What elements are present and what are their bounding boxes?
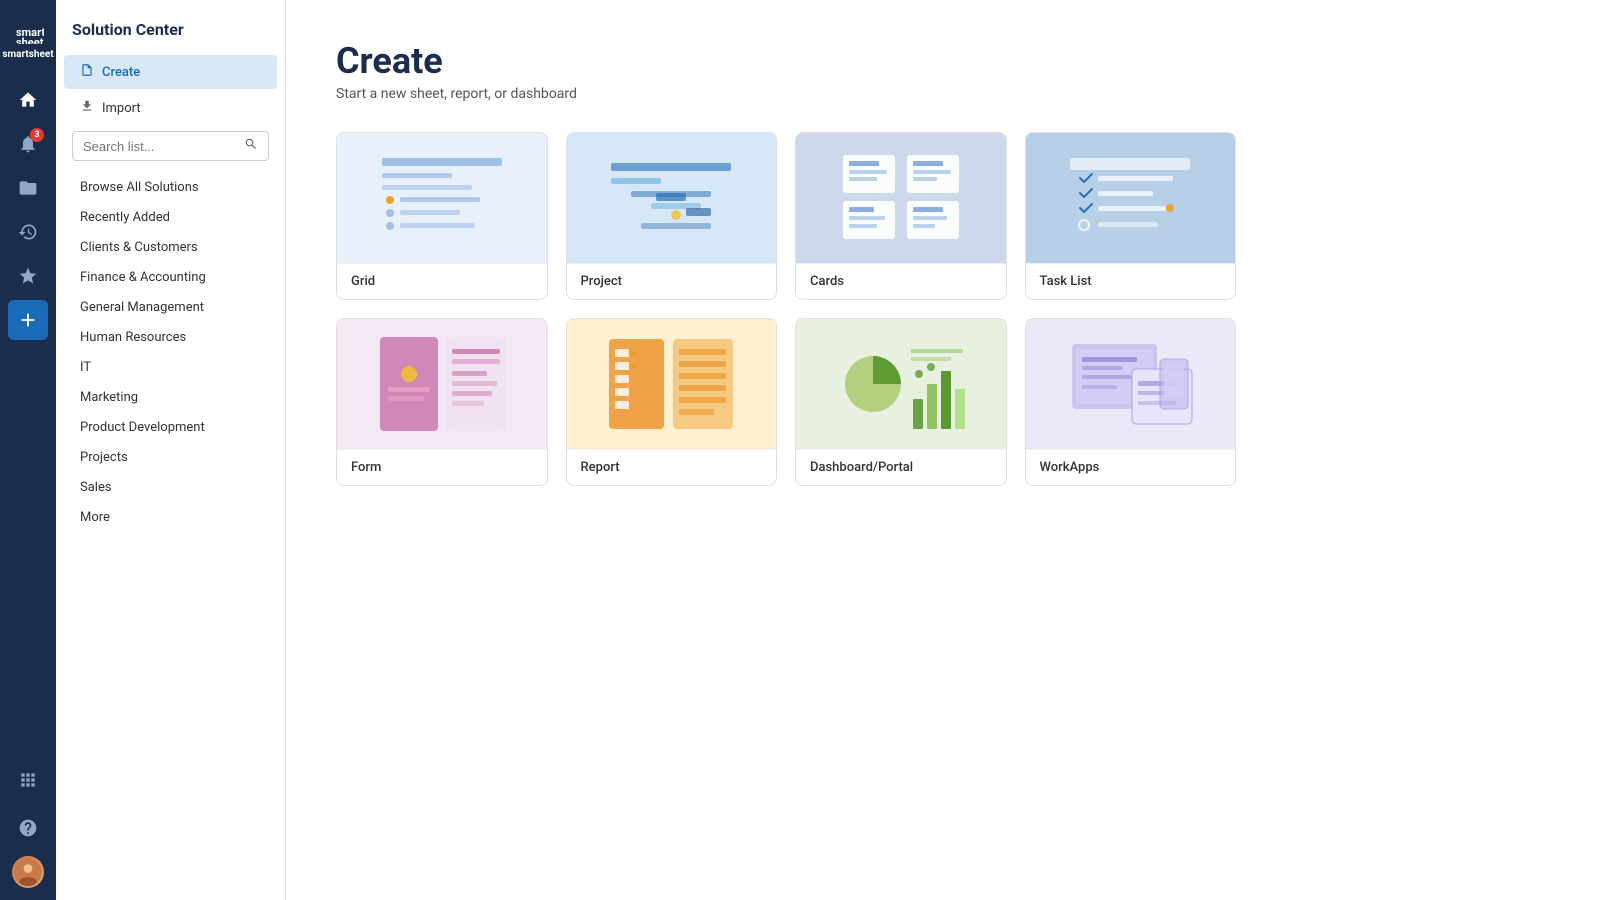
sidebar-item-create[interactable]: Create — [64, 55, 277, 89]
sidebar-item-product-dev[interactable]: Product Development — [64, 413, 277, 442]
notification-icon[interactable]: 3 — [8, 124, 48, 164]
sidebar: Solution Center Create Import Browse All… — [56, 0, 286, 900]
card-grid-label: Grid — [337, 263, 547, 299]
sidebar-item-recently-added[interactable]: Recently Added — [64, 203, 277, 232]
sidebar-item-finance[interactable]: Finance & Accounting — [64, 263, 277, 292]
search-container — [56, 127, 285, 173]
sidebar-item-sales[interactable]: Sales — [64, 473, 277, 502]
apps-grid-icon[interactable] — [8, 760, 48, 800]
sidebar-item-it[interactable]: IT — [64, 353, 277, 382]
page-subtitle: Start a new sheet, report, or dashboard — [336, 86, 1550, 102]
sidebar-item-projects[interactable]: Projects — [64, 443, 277, 472]
search-wrap — [72, 131, 269, 161]
card-workapps-label: WorkApps — [1026, 449, 1236, 485]
card-project-image — [567, 133, 777, 263]
card-dashboard-image — [796, 319, 1006, 449]
card-grid-image — [337, 133, 547, 263]
svg-text:sheet: sheet — [16, 36, 44, 44]
card-workapps-image — [1026, 319, 1236, 449]
card-cards[interactable]: Cards — [795, 132, 1007, 300]
sidebar-item-import-label: Import — [102, 101, 141, 116]
sidebar-item-general-mgmt[interactable]: General Management — [64, 293, 277, 322]
card-task-list[interactable]: Task List — [1025, 132, 1237, 300]
sidebar-item-import[interactable]: Import — [64, 91, 277, 125]
sidebar-item-marketing[interactable]: Marketing — [64, 383, 277, 412]
card-form[interactable]: Form — [336, 318, 548, 486]
card-workapps[interactable]: WorkApps — [1025, 318, 1237, 486]
sidebar-item-browse-all[interactable]: Browse All Solutions — [64, 173, 277, 202]
import-icon — [80, 99, 94, 117]
search-input[interactable] — [83, 139, 238, 154]
card-project[interactable]: Project — [566, 132, 778, 300]
card-form-image — [337, 319, 547, 449]
nav-bar: smart sheet smartsheet 3 — [0, 0, 56, 900]
card-report-label: Report — [567, 449, 777, 485]
card-report-image — [567, 319, 777, 449]
card-project-label: Project — [567, 263, 777, 299]
sidebar-list: Browse All Solutions Recently Added Clie… — [56, 173, 285, 533]
sidebar-title: Solution Center — [56, 20, 285, 55]
help-icon[interactable] — [8, 808, 48, 848]
sidebar-item-create-label: Create — [102, 65, 140, 80]
recents-icon[interactable] — [8, 212, 48, 252]
favorites-icon[interactable] — [8, 256, 48, 296]
page-title: Create — [336, 40, 1550, 82]
card-cards-label: Cards — [796, 263, 1006, 299]
card-dashboard-label: Dashboard/Portal — [796, 449, 1006, 485]
sidebar-item-clients[interactable]: Clients & Customers — [64, 233, 277, 262]
card-cards-image — [796, 133, 1006, 263]
app-logo: smart sheet smartsheet — [2, 12, 53, 60]
main-content: Create Start a new sheet, report, or das… — [286, 0, 1600, 900]
user-avatar[interactable] — [12, 856, 44, 888]
card-task-list-image — [1026, 133, 1236, 263]
search-icon[interactable] — [244, 137, 258, 155]
create-file-icon — [80, 63, 94, 81]
card-grid[interactable]: Grid — [336, 132, 548, 300]
cards-grid: Grid Project — [336, 132, 1236, 486]
sidebar-item-more[interactable]: More — [64, 503, 277, 532]
create-icon[interactable] — [8, 300, 48, 340]
card-report[interactable]: Report — [566, 318, 778, 486]
card-form-label: Form — [337, 449, 547, 485]
folder-icon[interactable] — [8, 168, 48, 208]
sidebar-item-hr[interactable]: Human Resources — [64, 323, 277, 352]
notification-badge: 3 — [30, 128, 44, 142]
card-task-list-label: Task List — [1026, 263, 1236, 299]
card-dashboard[interactable]: Dashboard/Portal — [795, 318, 1007, 486]
home-icon[interactable] — [8, 80, 48, 120]
